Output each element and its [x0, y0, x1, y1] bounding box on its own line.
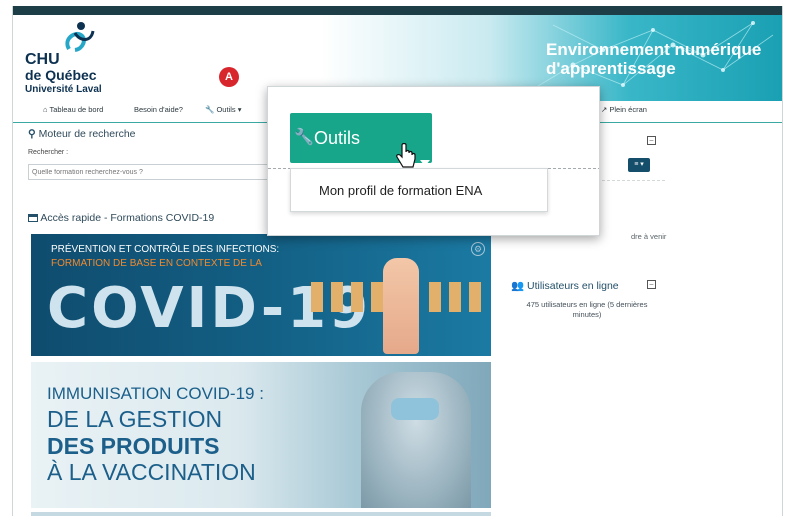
tools-menu-label: Outils: [314, 128, 361, 148]
banner2-line3: DES PRODUITS: [47, 433, 220, 459]
covid-banner-partial[interactable]: [31, 512, 491, 516]
logo-mark-icon: [65, 22, 95, 52]
top-strip: [13, 6, 782, 15]
domino-block: [429, 282, 441, 312]
domino-block: [311, 282, 323, 312]
nav-item-dashboard-label: Tableau de bord: [49, 105, 104, 114]
wrench-icon: 🔧: [294, 129, 314, 146]
nav-item-help[interactable]: Besoin d'aide?: [134, 105, 183, 114]
gear-icon[interactable]: ⚙: [471, 242, 485, 256]
banner2-line1: IMMUNISATION COVID-19 :: [47, 384, 264, 403]
caret-down-icon: [420, 160, 430, 166]
environment-title: Environnement numérique d'apprentissage: [546, 40, 776, 78]
env-title-line2: d'apprentissage: [546, 59, 676, 78]
nurse-image: [361, 372, 471, 508]
banner2-line2: DE LA GESTION: [47, 406, 223, 432]
page: CHU de Québec Université Laval A Environ: [0, 0, 792, 516]
expand-icon: ↗: [601, 105, 608, 114]
filter-dropdown-button[interactable]: ≡ ▾: [628, 158, 650, 172]
search-label: Rechercher :: [28, 149, 69, 156]
users-icon: 👥: [511, 280, 525, 292]
hand-image: [383, 258, 419, 354]
search-icon: ⚲: [28, 128, 36, 140]
chu-logo[interactable]: CHU de Québec Université Laval: [25, 21, 125, 97]
covid-banner-infection[interactable]: PRÉVENTION ET CONTRÔLE DES INFECTIONS: F…: [31, 234, 491, 356]
online-users-title: 👥 Utilisateurs en ligne: [511, 279, 619, 292]
tools-dropdown-menu: Mon profil de formation ENA: [290, 168, 548, 212]
mask-image: [391, 398, 439, 420]
online-users-title-text: Utilisateurs en ligne: [527, 280, 619, 292]
domino-block: [469, 282, 481, 312]
upcoming-snippet: dre à venir: [631, 232, 667, 241]
nav-item-fullscreen[interactable]: ↗ Plein écran: [601, 105, 647, 114]
banner2-line4: À LA VACCINATION: [47, 459, 256, 485]
domino-block: [371, 282, 383, 312]
caret-down-icon: ▾: [237, 105, 242, 114]
wrench-icon: 🔧: [205, 105, 215, 114]
search-input[interactable]: [28, 164, 290, 180]
domino-block: [449, 282, 461, 312]
domino-block: [351, 282, 363, 312]
logo-text-quebec: de Québec: [25, 67, 97, 83]
nav-item-tools-label: Outils: [216, 105, 236, 114]
covid-section-title: Accès rapide - Formations COVID-19: [28, 212, 214, 224]
env-title-line1: Environnement numérique: [546, 40, 762, 59]
home-icon: ⌂: [43, 105, 48, 114]
annotation-badge: A: [219, 67, 239, 87]
search-panel-title-text: Moteur de recherche: [38, 128, 136, 140]
covid-banner-vaccination[interactable]: IMMUNISATION COVID-19 : DE LA GESTION DE…: [31, 362, 491, 508]
domino-block: [331, 282, 343, 312]
menu-item-training-profile[interactable]: Mon profil de formation ENA: [319, 183, 482, 198]
logo-text-laval: Université Laval: [25, 84, 102, 95]
nav-item-tools[interactable]: 🔧 Outils ▾: [205, 105, 241, 114]
window-icon: [28, 214, 38, 222]
search-panel: ⚲ Moteur de recherche Rechercher :: [28, 128, 290, 180]
zoom-callout: 🔧 Outils Mon profil de formation ENA: [267, 86, 600, 236]
collapse-icon[interactable]: –: [647, 136, 656, 145]
search-panel-title: ⚲ Moteur de recherche: [28, 128, 290, 140]
hand-cursor-icon: [396, 143, 416, 168]
covid-section-title-text: Accès rapide - Formations COVID-19: [40, 212, 215, 224]
nav-item-fullscreen-label: Plein écran: [609, 105, 647, 114]
collapse-icon[interactable]: –: [647, 280, 656, 289]
online-users-count: 475 utilisateurs en ligne (5 dernières m…: [526, 300, 648, 319]
banner1-line2: FORMATION DE BASE EN CONTEXTE DE LA: [51, 258, 262, 269]
nav-item-dashboard[interactable]: ⌂ Tableau de bord: [43, 105, 103, 114]
banner1-line1: PRÉVENTION ET CONTRÔLE DES INFECTIONS:: [51, 244, 280, 255]
browser-window: CHU de Québec Université Laval A Environ: [12, 6, 783, 516]
